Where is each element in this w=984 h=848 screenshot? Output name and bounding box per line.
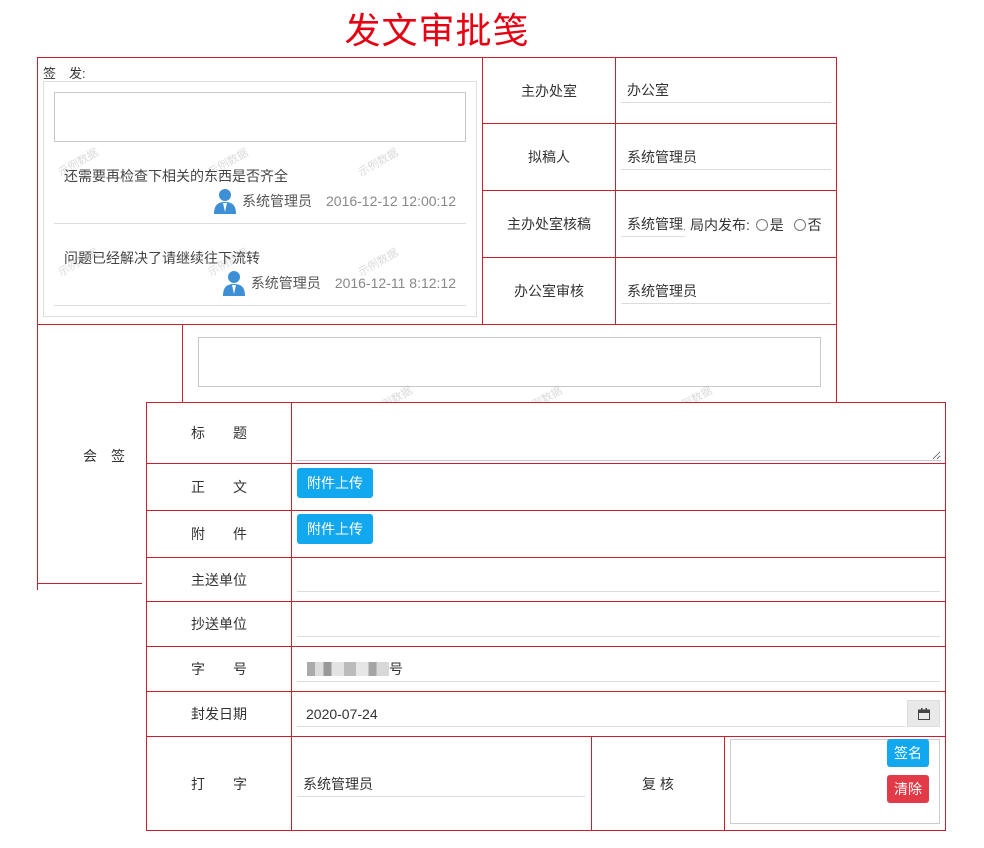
form-label-cc-unit: 抄送单位	[191, 616, 247, 632]
form-label-doc-number: 字 号	[191, 661, 247, 677]
countersign-label: 会 签	[83, 448, 125, 464]
typist-field[interactable]: 系统管理员	[297, 771, 585, 797]
form-label-seal-date: 封发日期	[191, 706, 247, 722]
watermark-text: 示例数据	[356, 146, 401, 180]
calendar-icon	[917, 707, 930, 720]
main-office-field[interactable]: 办公室	[621, 77, 831, 103]
comment-user: 系统管理员	[250, 275, 321, 291]
sign-button[interactable]: 签名	[887, 739, 929, 767]
page-title: 发文审批笺	[344, 11, 530, 51]
title-textarea[interactable]	[296, 404, 941, 461]
comment-text: 还需要再检查下相关的东西是否齐全	[64, 168, 288, 184]
form-label-review: 复 核	[642, 775, 674, 792]
form-label-title: 标 题	[191, 425, 247, 441]
divider	[615, 57, 616, 325]
publish-label: 局内发布:	[690, 217, 750, 233]
clear-button[interactable]: 清除	[887, 775, 929, 803]
form-label-typist: 打 字	[191, 775, 247, 792]
row-label-office-review: 办公室审核	[514, 283, 584, 299]
comment-text: 问题已经解决了请继续往下流转	[64, 250, 260, 266]
divider	[37, 324, 38, 590]
calendar-button[interactable]	[907, 700, 940, 727]
comment-meta: 系统管理员 2016-12-12 12:00:12	[214, 188, 456, 214]
divider	[37, 583, 142, 584]
publish-yes-radio[interactable]	[755, 219, 768, 231]
form-label-body: 正 文	[191, 479, 247, 495]
doc-number-blurred	[307, 662, 389, 676]
user-avatar-icon	[214, 189, 236, 214]
divider	[54, 305, 466, 306]
sign-comments-panel: 示例数据 示例数据 示例数据 还需要再检查下相关的东西是否齐全 系统管理员 20…	[43, 81, 477, 317]
publish-no-radio[interactable]	[793, 219, 806, 231]
user-avatar-icon	[222, 271, 245, 296]
doc-number-suffix: 号	[389, 661, 403, 677]
divider	[291, 402, 292, 831]
body-upload-button[interactable]: 附件上传	[297, 468, 373, 498]
sign-opinion-textarea[interactable]	[54, 92, 466, 142]
publish-yes-label: 是	[769, 217, 784, 233]
comment-date: 2016-12-12 12:00:12	[326, 193, 456, 209]
divider	[182, 324, 183, 402]
comment-user: 系统管理员	[242, 193, 312, 209]
cc-unit-input[interactable]	[297, 611, 940, 637]
comment-meta: 系统管理员 2016-12-11 8:12:12	[222, 270, 456, 296]
drafter-field[interactable]: 系统管理员	[621, 144, 831, 170]
divider	[54, 223, 466, 224]
office-review-field[interactable]: 系统管理员	[621, 278, 831, 304]
main-office-review-field[interactable]: 系统管理员	[621, 211, 685, 237]
publish-options: 局内发布: 是 否	[690, 215, 822, 235]
sign-label: 签 发:	[43, 66, 86, 81]
comment-date: 2016-12-11 8:12:12	[334, 275, 456, 291]
attachment-upload-button[interactable]: 附件上传	[297, 514, 373, 544]
main-unit-input[interactable]	[297, 566, 940, 592]
form-label-main-unit: 主送单位	[191, 571, 247, 588]
row-label-drafter: 拟稿人	[528, 149, 570, 165]
seal-date-input[interactable]: 2020-07-24	[297, 701, 905, 727]
divider	[724, 736, 725, 831]
publish-no-label: 否	[807, 217, 822, 233]
doc-number-input[interactable]: 号	[297, 656, 940, 682]
countersign-textarea[interactable]	[198, 337, 821, 387]
row-label-main-office-review: 主办处室核稿	[507, 216, 591, 232]
row-label-main-office: 主办处室	[521, 82, 577, 99]
form-label-attachment: 附 件	[191, 526, 247, 542]
